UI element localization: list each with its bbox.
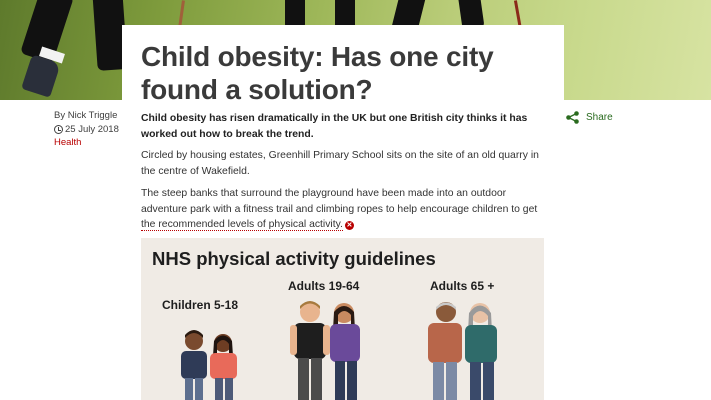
share-label: Share: [586, 112, 613, 123]
infographic-title: NHS physical activity guidelines: [152, 248, 436, 269]
publish-date: 25 July 2018: [54, 123, 119, 137]
share-icon: [566, 111, 579, 124]
group-label-older-adults: Adults 65 +: [430, 279, 495, 293]
author: By Nick Triggle: [54, 110, 118, 121]
external-link-icon: ✕: [344, 221, 354, 230]
page-title: Child obesity: Has one city found a solu…: [141, 41, 494, 105]
byline: By Nick Triggle 25 July 2018 Health: [54, 109, 119, 150]
paragraph-text: The steep banks that surround the playgr…: [141, 188, 538, 215]
older-adults-figures: [428, 302, 497, 400]
article-paragraph: The steep banks that surround the playgr…: [141, 186, 551, 233]
group-label-adults: Adults 19-64: [288, 279, 360, 293]
share-button[interactable]: Share: [566, 111, 613, 124]
adults-figures: [290, 301, 360, 400]
recommended-activity-link[interactable]: the recommended levels of physical activ…: [141, 219, 343, 231]
article-paragraph: Circled by housing estates, Greenhill Pr…: [141, 150, 539, 177]
date-text: 25 July 2018: [65, 123, 119, 135]
group-label-children: Children 5-18: [162, 298, 239, 312]
article-lead: Child obesity has risen dramatically in …: [141, 113, 528, 140]
topic-link-health[interactable]: Health: [54, 136, 119, 150]
activity-guidelines-infographic: NHS physical activity guidelines Childre…: [141, 238, 544, 400]
clock-icon: [54, 124, 63, 134]
children-figures: [181, 330, 237, 400]
